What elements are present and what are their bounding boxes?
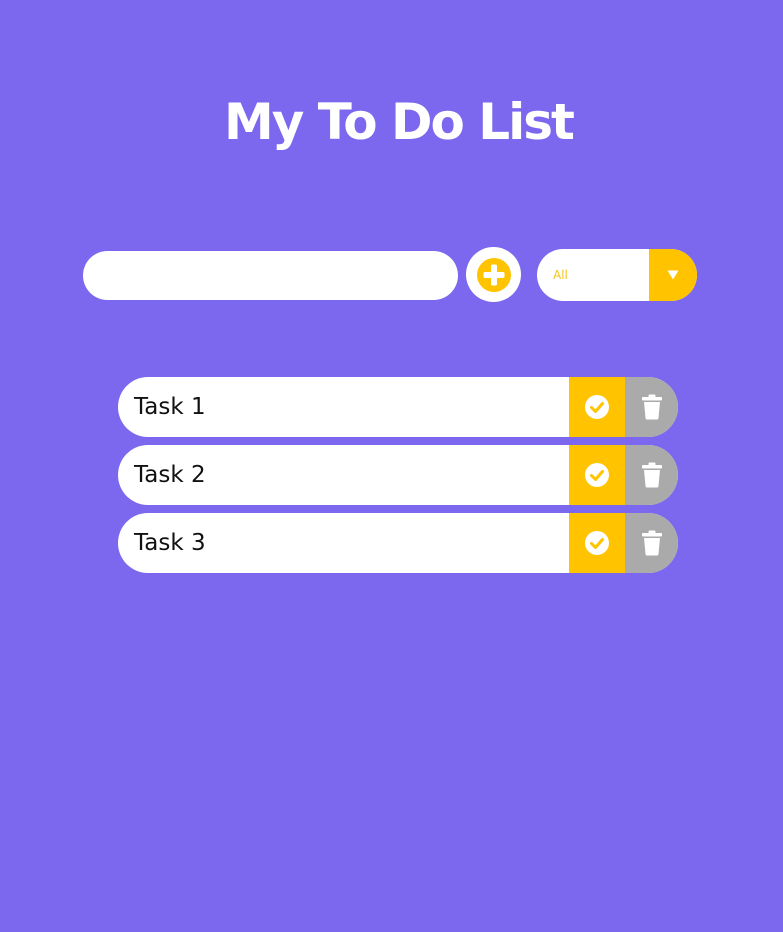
todo-text: Task 3 (134, 530, 206, 556)
filter-dropdown-toggle[interactable] (649, 249, 697, 301)
trash-icon (641, 394, 662, 420)
trash-icon (641, 462, 662, 488)
caret-down-icon (667, 270, 679, 280)
add-todo-button[interactable] (466, 247, 521, 302)
complete-button[interactable] (569, 513, 625, 573)
complete-button[interactable] (569, 377, 625, 437)
todo-item: Task 3 (118, 513, 678, 573)
filter-selected-value: All (553, 268, 568, 282)
check-circle-icon (585, 531, 609, 555)
delete-button[interactable] (625, 513, 678, 573)
todo-list: Task 1 Task 2 Task 3 (118, 377, 678, 581)
delete-button[interactable] (625, 445, 678, 505)
check-circle-icon (585, 463, 609, 487)
todo-text: Task 2 (134, 462, 206, 488)
complete-button[interactable] (569, 445, 625, 505)
filter-select[interactable]: All (537, 249, 697, 301)
page-title: My To Do List (224, 92, 575, 151)
check-circle-icon (585, 395, 609, 419)
trash-icon (641, 530, 662, 556)
todo-input[interactable] (83, 251, 458, 300)
todo-item: Task 2 (118, 445, 678, 505)
plus-circle-icon (476, 257, 511, 292)
todo-item: Task 1 (118, 377, 678, 437)
delete-button[interactable] (625, 377, 678, 437)
todo-text: Task 1 (134, 394, 206, 420)
